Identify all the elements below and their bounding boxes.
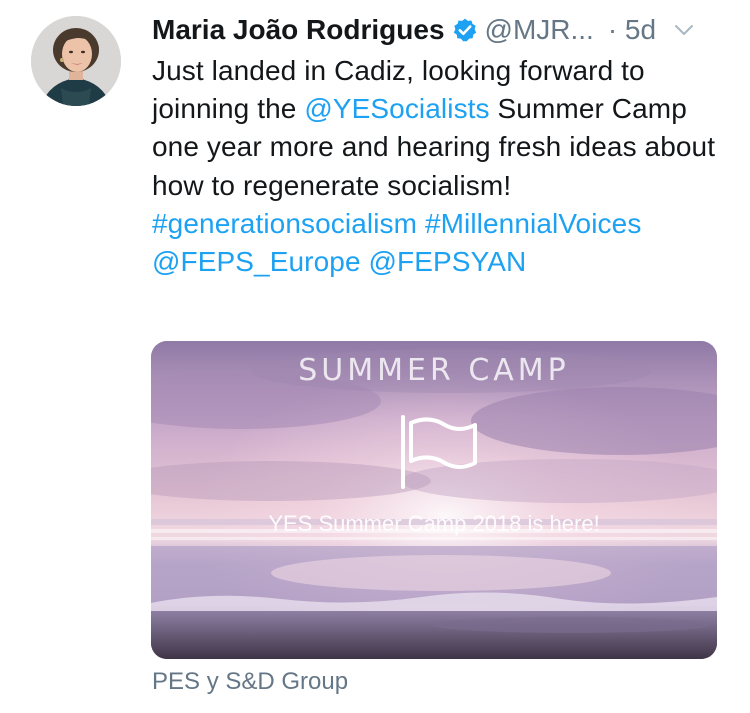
camp-caption: YES Summer Camp 2018 is here! bbox=[268, 511, 600, 536]
tweet-timestamp[interactable]: · 5d bbox=[608, 14, 656, 46]
tweet-header: Maria João Rodrigues @MJR... · 5d bbox=[152, 10, 732, 50]
tweet-text-segment bbox=[417, 208, 425, 239]
tweet[interactable]: Maria João Rodrigues @MJR... · 5d Just l… bbox=[0, 0, 750, 713]
tweet-text: Just landed in Cadiz, looking forward to… bbox=[152, 52, 732, 281]
source-label[interactable]: PES y S&D Group bbox=[152, 668, 348, 696]
mention-link[interactable]: @YESocialists bbox=[304, 93, 489, 124]
display-name[interactable]: Maria João Rodrigues bbox=[152, 14, 445, 46]
mention-link[interactable]: @FEPSYAN bbox=[369, 246, 527, 277]
media-card[interactable]: SUMMER CAMP YES Summer Camp 2018 is here… bbox=[151, 341, 717, 659]
hashtag-link[interactable]: #generationsocialism bbox=[152, 208, 417, 239]
tweet-text-segment bbox=[361, 246, 369, 277]
camp-title: SUMMER CAMP bbox=[298, 353, 570, 388]
user-handle[interactable]: @MJR... bbox=[485, 14, 594, 46]
beach-sunset-image bbox=[151, 341, 717, 659]
verified-badge-icon bbox=[452, 17, 478, 43]
hashtag-link[interactable]: #MillennialVoices bbox=[425, 208, 642, 239]
avatar[interactable] bbox=[31, 16, 121, 106]
mention-link[interactable]: @FEPS_Europe bbox=[152, 246, 361, 277]
profile-photo-icon bbox=[31, 16, 121, 106]
flag-icon bbox=[395, 413, 481, 491]
chevron-down-icon[interactable] bbox=[672, 18, 696, 42]
